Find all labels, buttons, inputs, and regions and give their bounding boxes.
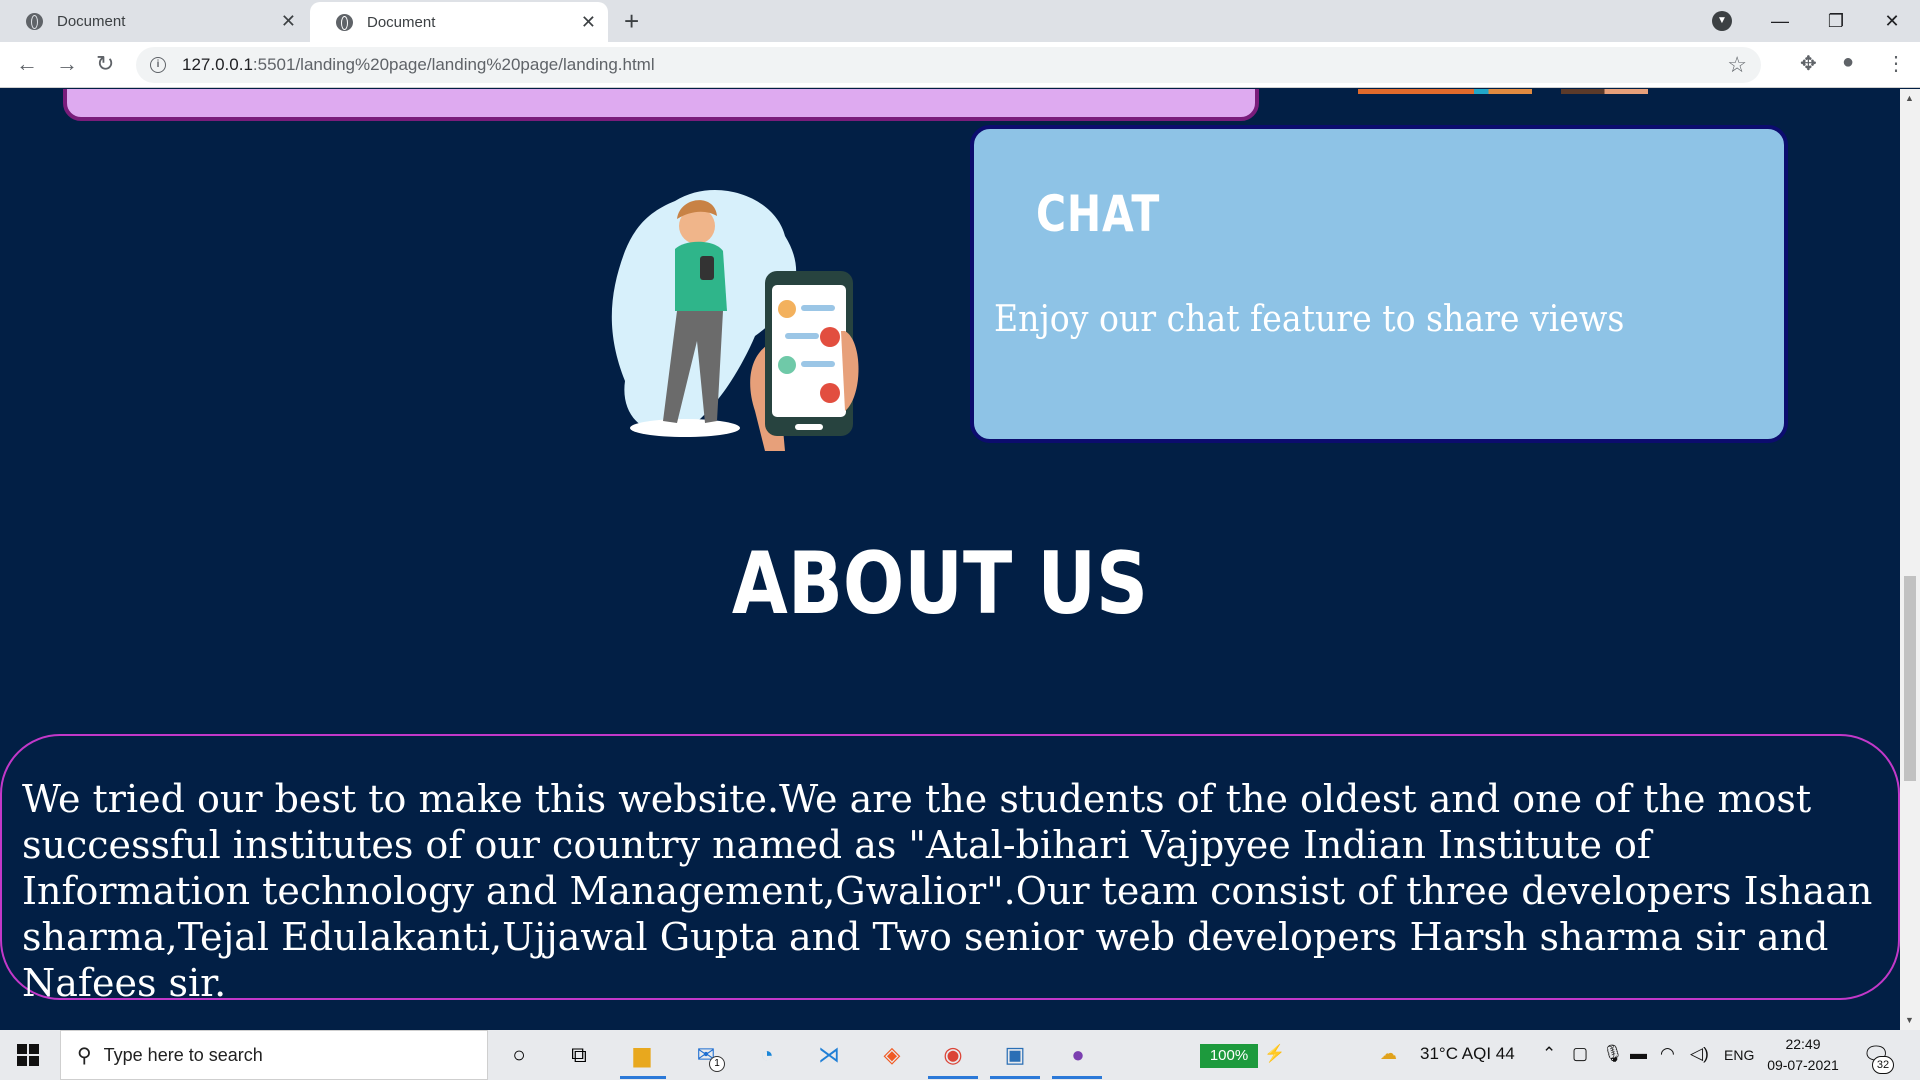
url-path: :5501/landing%20page/landing%20page/land… — [252, 55, 655, 74]
clock-time: 22:49 — [1785, 1036, 1821, 1052]
previous-feature-card — [63, 89, 1259, 121]
weather-icon[interactable]: ☁ — [1380, 1044, 1397, 1064]
device-icon[interactable]: ▢ — [1572, 1044, 1588, 1064]
task-view-icon[interactable]: ⧉ — [563, 1040, 595, 1070]
chat-feature-card: CHAT Enjoy our chat feature to share vie… — [970, 125, 1788, 443]
chevron-up-icon[interactable]: ⌃ — [1542, 1044, 1556, 1064]
scroll-down-arrow-icon[interactable]: ▼ — [1905, 1015, 1914, 1025]
previous-feature-image — [1358, 89, 1648, 94]
chrome-icon[interactable]: ◉ — [937, 1040, 969, 1070]
active-app-indicator — [928, 1076, 978, 1079]
windows-start-icon[interactable] — [17, 1044, 39, 1066]
site-info-icon[interactable]: i — [150, 57, 166, 73]
menu-kebab-icon[interactable]: ⋮ — [1886, 51, 1906, 76]
mail-badge: 1 — [709, 1056, 725, 1072]
clock[interactable]: 22:49 09-07-2021 — [1762, 1034, 1844, 1076]
weather-text[interactable]: 31°C AQI 44 — [1420, 1044, 1515, 1064]
globe-icon — [336, 13, 353, 31]
profile-avatar-icon[interactable]: ● — [1842, 51, 1854, 74]
active-app-indicator — [620, 1076, 666, 1079]
about-us-text: We tried our best to make this website.W… — [22, 777, 1873, 1005]
active-app-indicator — [990, 1076, 1040, 1079]
scroll-thumb[interactable] — [1904, 576, 1916, 781]
battery-indicator[interactable]: 100% — [1200, 1044, 1258, 1068]
forward-arrow-icon[interactable]: → — [56, 51, 78, 77]
chat-card-description: Enjoy our chat feature to share views — [994, 299, 1625, 340]
url-host: 127.0.0.1 — [182, 55, 253, 74]
scroll-up-arrow-icon[interactable]: ▲ — [1905, 93, 1914, 103]
extensions-puzzle-icon[interactable]: ✥ — [1800, 51, 1817, 76]
edge-icon[interactable]: ◔ — [751, 1040, 783, 1070]
landing-page: CHAT Enjoy our chat feature to share vie… — [0, 89, 1900, 1030]
minimize-icon[interactable]: — — [1752, 11, 1808, 32]
plug-icon: ⚡ — [1264, 1044, 1286, 1063]
tab-document-1[interactable]: Document ✕ — [0, 0, 308, 42]
clock-date: 09-07-2021 — [1767, 1057, 1839, 1073]
tab-search-icon[interactable]: ▼ — [1712, 11, 1732, 31]
wifi-icon[interactable]: ◠ — [1660, 1044, 1675, 1064]
bookmark-star-icon[interactable]: ☆ — [1727, 52, 1747, 78]
cortana-icon[interactable]: ○ — [503, 1040, 535, 1070]
battery-icon[interactable]: ▬ — [1630, 1044, 1647, 1064]
globe-icon — [26, 12, 43, 30]
active-app-indicator — [1052, 1076, 1102, 1079]
tab-strip: Document ✕ Document ✕ + ▼ — ❐ ✕ — [0, 0, 1920, 42]
search-placeholder: Type here to search — [103, 1044, 263, 1065]
notification-count: 32 — [1872, 1056, 1894, 1074]
url-text: 127.0.0.1:5501/landing%20page/landing%20… — [182, 55, 655, 75]
tab-title: Document — [57, 12, 126, 30]
file-explorer-icon[interactable]: ▆ — [626, 1040, 658, 1070]
close-tab-icon[interactable]: ✕ — [581, 12, 596, 33]
close-tab-icon[interactable]: ✕ — [281, 11, 296, 32]
back-arrow-icon[interactable]: ← — [16, 51, 38, 77]
close-window-icon[interactable]: ✕ — [1864, 11, 1920, 32]
address-bar[interactable]: i 127.0.0.1:5501/landing%20page/landing%… — [136, 47, 1761, 83]
volume-icon[interactable]: ◁) — [1690, 1044, 1709, 1064]
about-us-heading: ABOUT US — [731, 534, 1149, 634]
browser-toolbar: ← → ↻ i 127.0.0.1:5501/landing%20page/la… — [0, 42, 1920, 88]
tab-title: Document — [367, 13, 436, 31]
restore-icon[interactable]: ❐ — [1808, 11, 1864, 32]
github-desktop-icon[interactable]: ● — [1062, 1040, 1094, 1070]
new-tab-button[interactable]: + — [624, 6, 639, 37]
tab-document-2[interactable]: Document ✕ — [310, 2, 608, 42]
search-icon: ⚲ — [77, 1044, 92, 1067]
microphone-icon[interactable]: 🎙 — [1602, 1044, 1624, 1064]
language-indicator[interactable]: ENG — [1724, 1047, 1754, 1063]
brave-icon[interactable]: ◈ — [876, 1040, 908, 1070]
chat-illustration — [611, 189, 859, 451]
photos-icon[interactable]: ▣ — [999, 1040, 1031, 1070]
windows-taskbar: ⚲ Type here to search ○ ⧉ ▆ ✉ 1 ◔ ⋊ ◈ ◉ … — [0, 1030, 1920, 1080]
vscode-icon[interactable]: ⋊ — [813, 1040, 845, 1070]
page-scrollbar[interactable]: ▲ ▼ — [1900, 89, 1920, 1030]
window-controls: — ❐ ✕ — [1752, 0, 1920, 42]
chat-card-title: CHAT — [1036, 185, 1161, 243]
about-us-box: We tried our best to make this website.W… — [0, 734, 1900, 1005]
reload-icon[interactable]: ↻ — [96, 51, 114, 77]
taskbar-search-box[interactable]: ⚲ Type here to search — [60, 1030, 488, 1080]
